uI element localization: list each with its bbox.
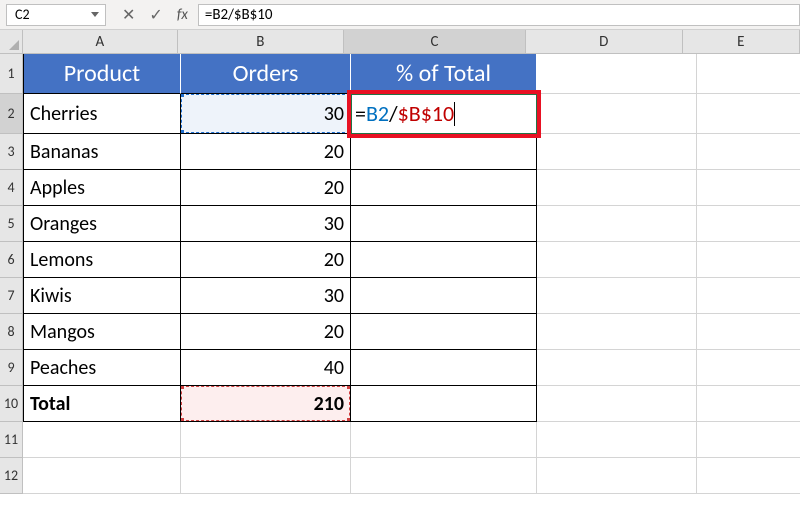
cell-d5[interactable] [537, 206, 697, 242]
cell-c11[interactable] [351, 422, 537, 458]
cell-orders-2[interactable]: 20 [181, 134, 351, 170]
cell-c10[interactable] [351, 386, 537, 422]
cell-e4[interactable] [697, 170, 800, 206]
row-header-8[interactable]: 8 [0, 314, 23, 350]
header-orders[interactable]: Orders [181, 54, 351, 94]
cell-e1[interactable] [697, 54, 800, 94]
cell-d9[interactable] [537, 350, 697, 386]
cell-e6[interactable] [697, 242, 800, 278]
cell-orders-5[interactable]: 20 [181, 242, 351, 278]
row-header-7[interactable]: 7 [0, 278, 23, 314]
col-header-c[interactable]: C [344, 30, 526, 54]
cell-orders-6[interactable]: 30 [181, 278, 351, 314]
name-box-value: C2 [15, 6, 30, 23]
cell-product-2[interactable]: Bananas [23, 134, 181, 170]
cell-product-1[interactable]: Cherries [23, 94, 181, 134]
cell-total-value[interactable]: 210 [181, 386, 351, 422]
chevron-down-icon[interactable] [91, 12, 99, 17]
formula-bar: C2 ✕ ✓ fx =B2/$B$10 [0, 0, 800, 30]
cell-orders-1[interactable]: 30 [181, 94, 351, 134]
cell-total-label[interactable]: Total [23, 386, 181, 422]
cell-a12[interactable] [23, 458, 181, 494]
cell-e9[interactable] [697, 350, 800, 386]
formula-input[interactable]: =B2/$B$10 [198, 4, 800, 26]
col-header-b[interactable]: B [178, 30, 344, 54]
cell-a11[interactable] [23, 422, 181, 458]
cell-c6[interactable] [351, 242, 537, 278]
cell-c8[interactable] [351, 314, 537, 350]
cell-b11[interactable] [181, 422, 351, 458]
select-all-triangle[interactable] [0, 30, 23, 54]
cell-e7[interactable] [697, 278, 800, 314]
row-header-9[interactable]: 9 [0, 350, 23, 386]
cell-d6[interactable] [537, 242, 697, 278]
cell-e8[interactable] [697, 314, 800, 350]
cell-product-7[interactable]: Mangos [23, 314, 181, 350]
row-header-5[interactable]: 5 [0, 206, 23, 242]
cell-product-6[interactable]: Kiwis [23, 278, 181, 314]
cell-d8[interactable] [537, 314, 697, 350]
cell-d11[interactable] [537, 422, 697, 458]
row-header-2[interactable]: 2 [0, 94, 23, 134]
cell-e12[interactable] [697, 458, 800, 494]
cell-orders-4[interactable]: 30 [181, 206, 351, 242]
cell-c7[interactable] [351, 278, 537, 314]
cell-product-5[interactable]: Lemons [23, 242, 181, 278]
formula-text: =B2/$B$10 [205, 6, 273, 24]
cell-b12[interactable] [181, 458, 351, 494]
column-headers: ABCDE [23, 30, 800, 54]
cell-e10[interactable] [697, 386, 800, 422]
cell-orders-8[interactable]: 40 [181, 350, 351, 386]
row-header-3[interactable]: 3 [0, 134, 23, 170]
cell-c5[interactable] [351, 206, 537, 242]
cell-product-4[interactable]: Oranges [23, 206, 181, 242]
cell-d4[interactable] [537, 170, 697, 206]
cell-e11[interactable] [697, 422, 800, 458]
col-header-e[interactable]: E [683, 30, 800, 54]
cell-c9[interactable] [351, 350, 537, 386]
cell-d1[interactable] [537, 54, 697, 94]
cell-e3[interactable] [697, 134, 800, 170]
row-header-10[interactable]: 10 [0, 386, 23, 422]
cell-c12[interactable] [351, 458, 537, 494]
confirm-icon[interactable]: ✓ [149, 5, 162, 25]
cell-d2[interactable] [537, 94, 697, 134]
cancel-icon[interactable]: ✕ [122, 5, 135, 25]
row-header-11[interactable]: 11 [0, 422, 23, 458]
cell-orders-7[interactable]: 20 [181, 314, 351, 350]
header-pct[interactable]: % of Total [351, 54, 537, 94]
cell-product-8[interactable]: Peaches [23, 350, 181, 386]
cell-c3[interactable] [351, 134, 537, 170]
row-headers: 123456789101112 [0, 54, 23, 494]
cell-product-3[interactable]: Apples [23, 170, 181, 206]
col-header-d[interactable]: D [526, 30, 683, 54]
spreadsheet-grid[interactable]: ProductOrders% of TotalCherries30=B2/$B$… [23, 54, 800, 494]
cell-d10[interactable] [537, 386, 697, 422]
cell-orders-3[interactable]: 20 [181, 170, 351, 206]
cell-e2[interactable] [697, 94, 800, 134]
row-header-1[interactable]: 1 [0, 54, 23, 94]
col-header-a[interactable]: A [23, 30, 178, 54]
header-product[interactable]: Product [23, 54, 181, 94]
cell-c2-editing[interactable]: =B2/$B$10 [351, 94, 537, 134]
cell-e5[interactable] [697, 206, 800, 242]
row-header-6[interactable]: 6 [0, 242, 23, 278]
fx-icon[interactable]: fx [177, 6, 188, 24]
row-header-4[interactable]: 4 [0, 170, 23, 206]
name-box[interactable]: C2 [6, 4, 106, 26]
formula-controls: ✕ ✓ fx [112, 5, 198, 25]
cell-d7[interactable] [537, 278, 697, 314]
cell-d12[interactable] [537, 458, 697, 494]
row-header-12[interactable]: 12 [0, 458, 23, 494]
cell-c4[interactable] [351, 170, 537, 206]
cell-d3[interactable] [537, 134, 697, 170]
